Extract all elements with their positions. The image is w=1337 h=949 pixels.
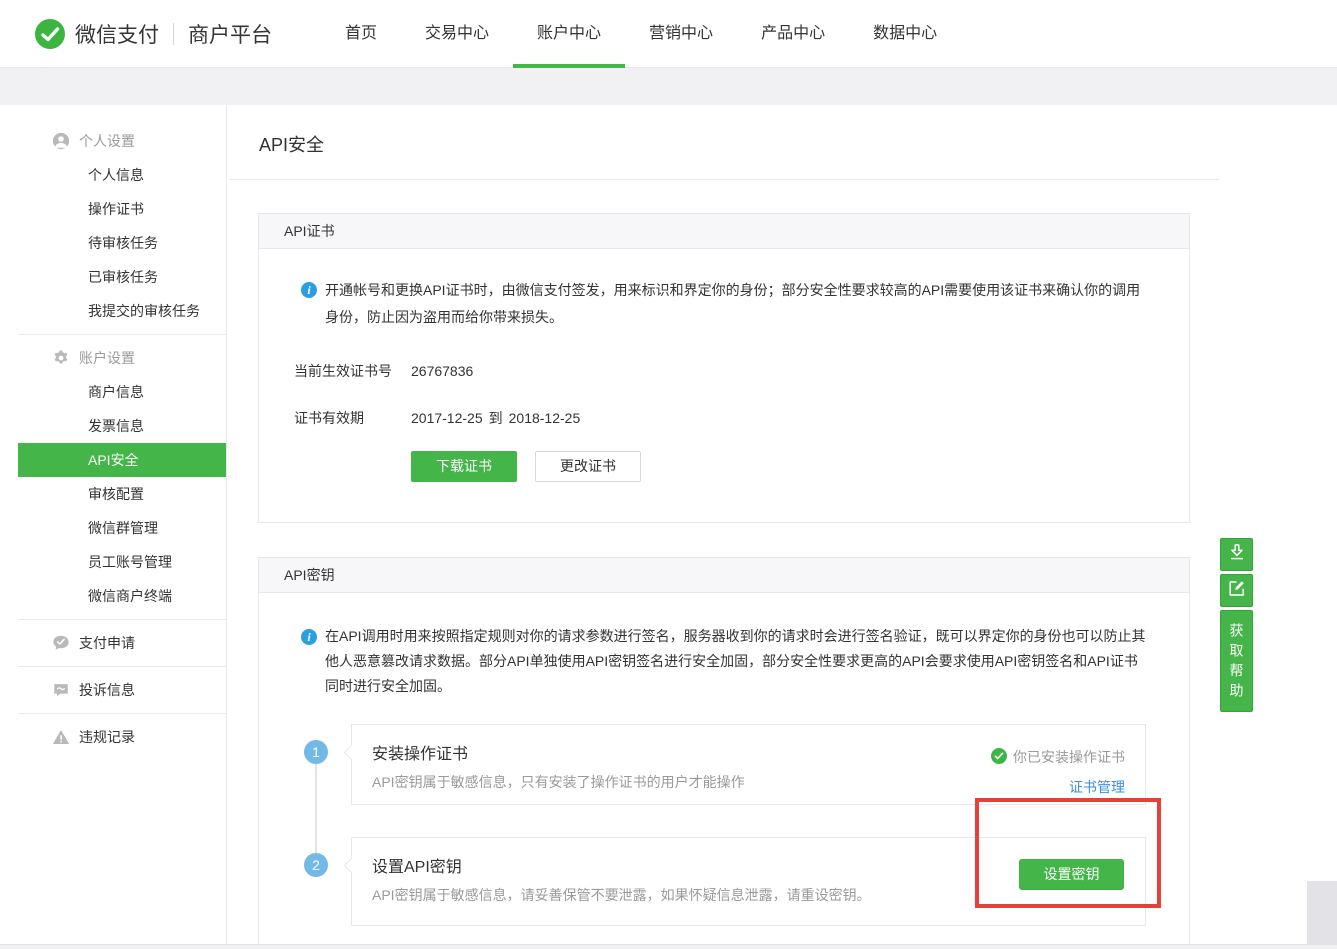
sidebar-item-merchant-info[interactable]: 商户信息	[18, 375, 226, 409]
api-key-card: API密钥 i 在API调用时用来按照指定规则对你的请求参数进行签名，服务器收到…	[258, 557, 1190, 949]
sidebar-item-my-submitted-tasks[interactable]: 我提交的审核任务	[18, 294, 226, 328]
logo[interactable]: 微信支付 商户平台	[35, 0, 272, 68]
sidebar-item-operation-cert[interactable]: 操作证书	[18, 192, 226, 226]
change-certificate-button[interactable]: 更改证书	[535, 451, 641, 482]
content-header: API安全	[229, 105, 1219, 180]
sidebar-divider	[18, 334, 226, 335]
certificate-management-link[interactable]: 证书管理	[1069, 777, 1125, 797]
sidebar-item-pending-review-tasks[interactable]: 待审核任务	[18, 226, 226, 260]
sidebar-divider	[18, 713, 226, 714]
step-install-cert: 1 安装操作证书 API密钥属于敏感信息，只有安装了操作证书的用户才能操作 你已…	[259, 724, 1189, 805]
step-set-api-key-box: 设置API密钥 API密钥属于敏感信息，请妥善保管不要泄露，如果怀疑信息泄露，请…	[351, 837, 1146, 926]
sidebar-item-payment-application[interactable]: 支付申请	[18, 626, 226, 660]
sidebar-group-label: 个人设置	[79, 131, 135, 151]
step-connector-line	[315, 764, 317, 853]
step-number-badge: 2	[304, 853, 328, 877]
scrollbar-corner	[1307, 881, 1337, 944]
sidebar-item-wechat-group-mgmt[interactable]: 微信群管理	[18, 511, 226, 545]
top-nav: 首页 交易中心 账户中心 营销中心 产品中心 数据中心	[345, 0, 937, 68]
api-key-info: i 在API调用时用来按照指定规则对你的请求参数进行签名，服务器收到你的请求时会…	[301, 624, 1149, 699]
validity-label: 证书有效期	[294, 408, 411, 429]
sidebar-group-personal-settings[interactable]: 个人设置	[18, 124, 226, 158]
check-circle-icon	[991, 748, 1013, 767]
page-title: API安全	[229, 105, 1219, 157]
nav-data-center[interactable]: 数据中心	[873, 0, 937, 68]
sidebar-group-label: 账户设置	[79, 348, 135, 368]
sidebar-item-review-config[interactable]: 审核配置	[18, 477, 226, 511]
wechat-pay-logo-icon	[35, 19, 65, 49]
product-name: 商户平台	[188, 19, 272, 49]
nav-home[interactable]: 首页	[345, 0, 377, 68]
logo-divider	[173, 23, 174, 45]
certificate-info-text: 开通帐号和更换API证书时，由微信支付签发，用来标识和界定你的身份；部分安全性要…	[325, 277, 1149, 331]
get-help-button[interactable]: 获取帮助	[1220, 610, 1253, 712]
brand-name: 微信支付	[75, 19, 159, 49]
sidebar-item-personal-info[interactable]: 个人信息	[18, 158, 226, 192]
validity-separator: 到	[489, 410, 503, 426]
sidebar-item-complaint-info[interactable]: 投诉信息	[18, 673, 226, 707]
sidebar-link-label: 支付申请	[79, 633, 135, 653]
current-certificate-row: 当前生效证书号26767836	[294, 361, 1189, 382]
certificate-number-label: 当前生效证书号	[294, 361, 411, 382]
top-header: 微信支付 商户平台 首页 交易中心 账户中心 营销中心 产品中心 数据中心	[0, 0, 1337, 68]
api-certificate-card: API证书 i 开通帐号和更换API证书时，由微信支付签发，用来标识和界定你的身…	[258, 213, 1190, 523]
certificate-info: i 开通帐号和更换API证书时，由微信支付签发，用来标识和界定你的身份；部分安全…	[301, 277, 1149, 331]
status-text: 你已安装操作证书	[1013, 747, 1125, 767]
certificate-number-value: 26767836	[411, 363, 473, 379]
step-install-cert-box: 安装操作证书 API密钥属于敏感信息，只有安装了操作证书的用户才能操作 你已安装…	[351, 724, 1146, 805]
step-set-api-key: 2 设置API密钥 API密钥属于敏感信息，请妥善保管不要泄露，如果怀疑信息泄露…	[259, 837, 1189, 926]
sidebar-item-violation-records[interactable]: 违规记录	[18, 720, 226, 754]
api-certificate-card-title: API证书	[284, 223, 335, 239]
sidebar-divider	[18, 619, 226, 620]
nav-transaction-center[interactable]: 交易中心	[425, 0, 489, 68]
bottom-strip	[0, 944, 1337, 949]
sidebar-item-wechat-merchant-terminal[interactable]: 微信商户终端	[18, 579, 226, 613]
sidebar-item-staff-account-mgmt[interactable]: 员工账号管理	[18, 545, 226, 579]
gear-icon	[52, 349, 70, 367]
api-key-card-header: API密钥	[258, 557, 1190, 593]
sidebar-divider	[18, 666, 226, 667]
sidebar-item-invoice-info[interactable]: 发票信息	[18, 409, 226, 443]
edit-icon	[1227, 578, 1247, 603]
step-number-badge: 1	[304, 740, 328, 764]
sidebar-link-label: 违规记录	[79, 727, 135, 747]
cert-installed-status: 你已安装操作证书	[991, 747, 1125, 767]
chat-bubble-icon	[52, 681, 70, 699]
validity-to: 2018-12-25	[509, 410, 581, 426]
sidebar-item-api-security[interactable]: API安全	[18, 443, 226, 477]
nav-product-center[interactable]: 产品中心	[761, 0, 825, 68]
download-certificate-button[interactable]: 下载证书	[411, 451, 517, 482]
set-api-key-button[interactable]: 设置密钥	[1019, 859, 1124, 890]
warning-icon	[52, 728, 70, 746]
info-icon: i	[301, 282, 317, 298]
download-tool-button[interactable]	[1220, 538, 1253, 571]
user-icon	[52, 132, 70, 150]
merchant-platform-page: 微信支付 商户平台 首页 交易中心 账户中心 营销中心 产品中心 数据中心 个人…	[0, 0, 1337, 949]
nav-marketing-center[interactable]: 营销中心	[649, 0, 713, 68]
api-certificate-card-header: API证书	[258, 213, 1190, 249]
api-key-info-text: 在API调用时用来按照指定规则对你的请求参数进行签名，服务器收到你的请求时会进行…	[325, 624, 1149, 699]
info-icon: i	[301, 629, 317, 645]
api-key-steps: 1 安装操作证书 API密钥属于敏感信息，只有安装了操作证书的用户才能操作 你已…	[259, 724, 1189, 926]
chat-check-icon	[52, 634, 70, 652]
main-content: API安全 API证书 i 开通帐号和更换API证书时，由微信支付签发，用来标识…	[229, 105, 1219, 944]
edit-tool-button[interactable]	[1220, 574, 1253, 607]
sidebar-group-account-settings[interactable]: 账户设置	[18, 341, 226, 375]
sidebar-item-reviewed-tasks[interactable]: 已审核任务	[18, 260, 226, 294]
sidebar-link-label: 投诉信息	[79, 680, 135, 700]
api-key-card-title: API密钥	[284, 567, 335, 583]
nav-account-center[interactable]: 账户中心	[537, 0, 601, 68]
certificate-validity-row: 证书有效期2017-12-25 到 2018-12-25	[294, 408, 1189, 429]
validity-from: 2017-12-25	[411, 410, 483, 426]
floating-toolbar: 获取帮助	[1220, 538, 1253, 712]
sidebar: 个人设置 个人信息 操作证书 待审核任务 已审核任务 我提交的审核任务 账户设置…	[18, 105, 227, 944]
download-icon	[1227, 542, 1247, 567]
